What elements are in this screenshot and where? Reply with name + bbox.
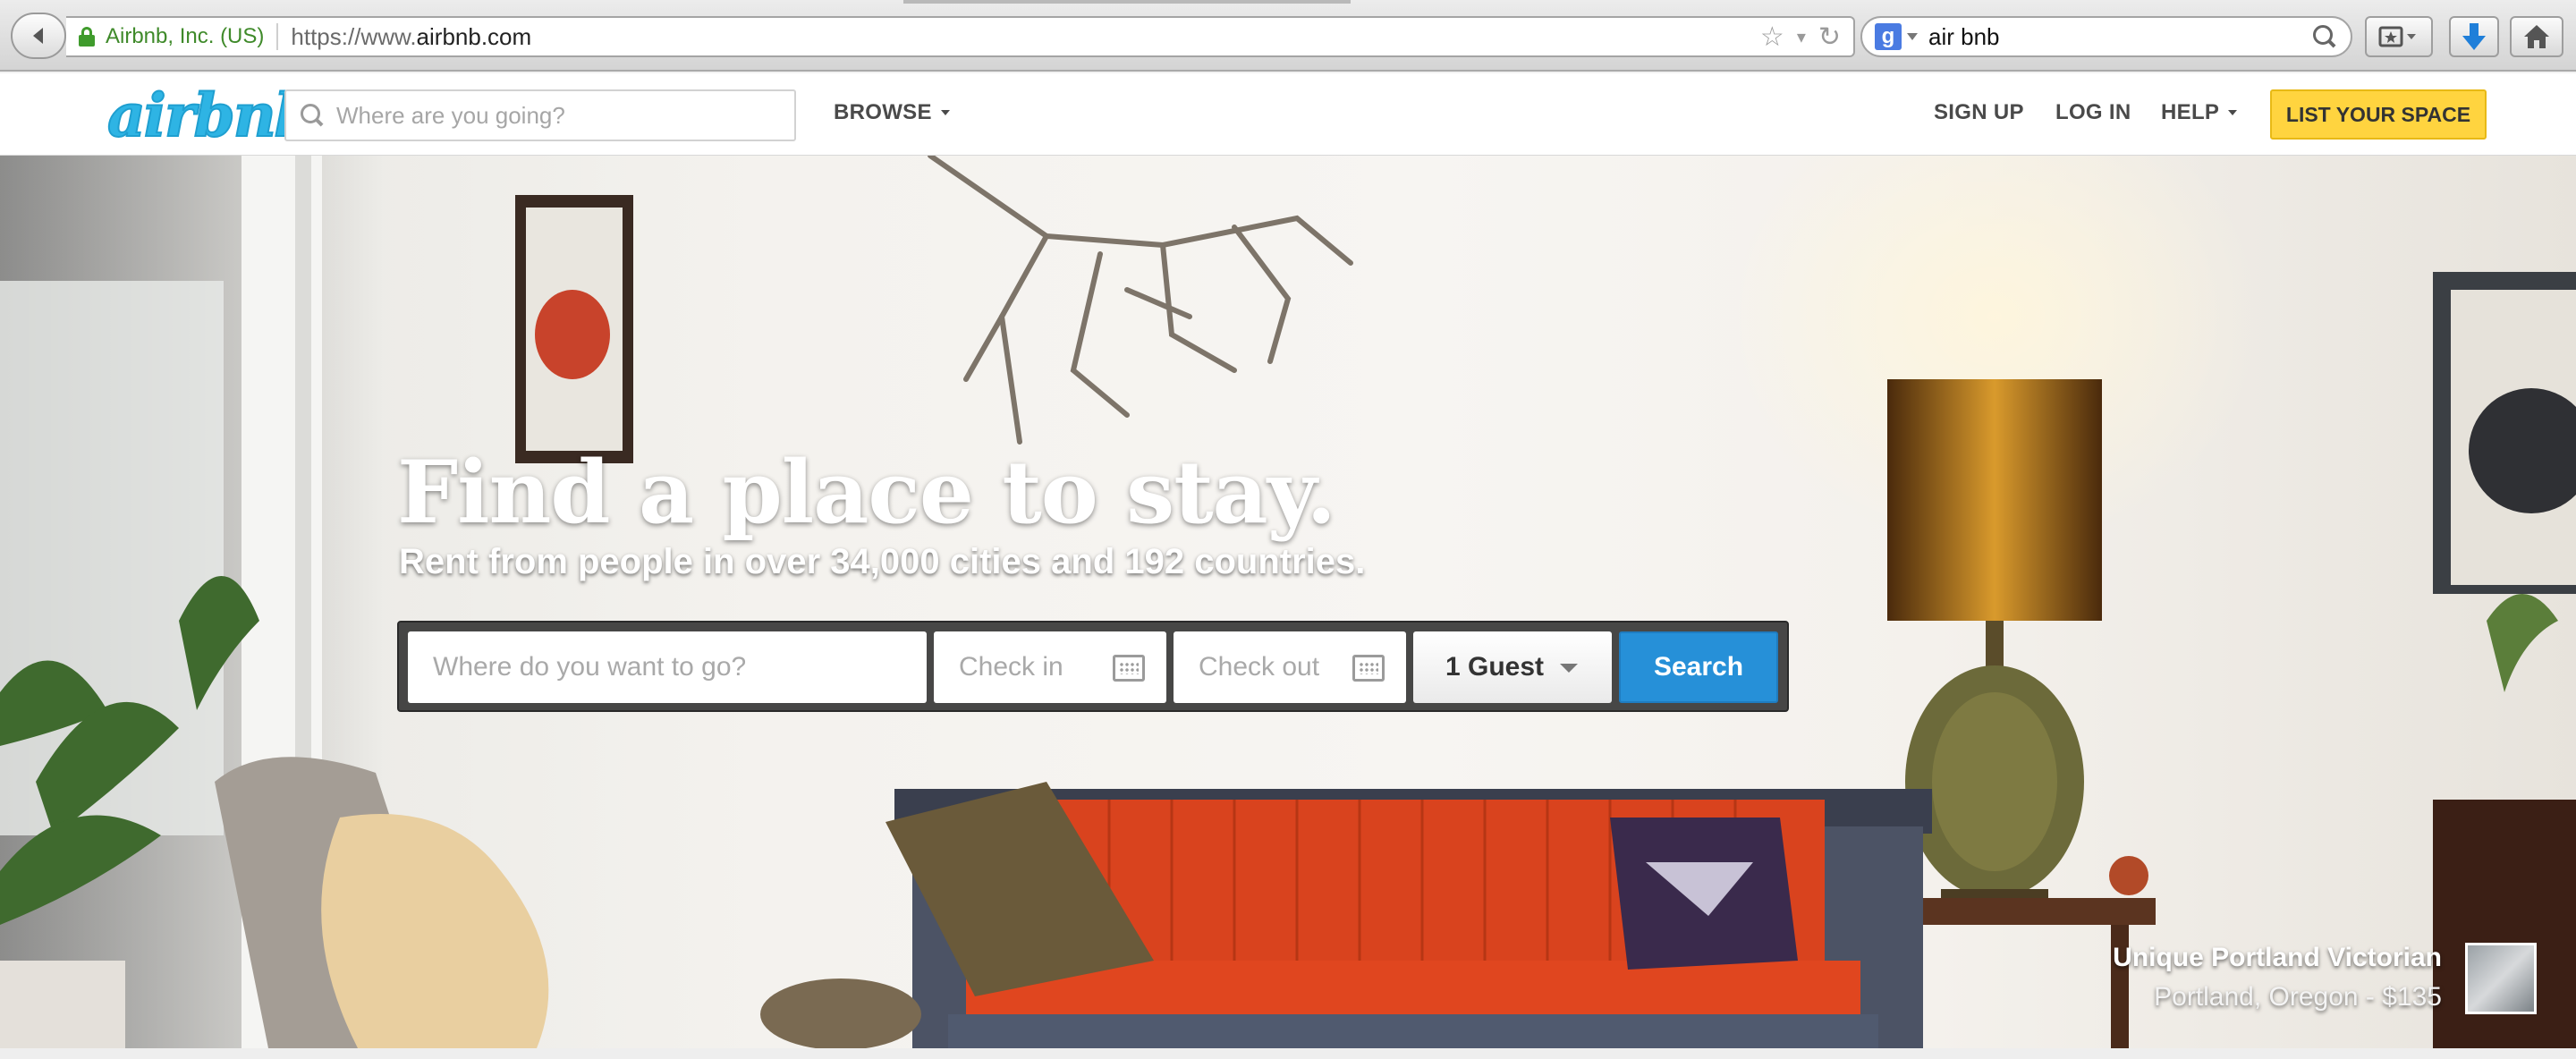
check-out-placeholder: Check out bbox=[1199, 652, 1320, 682]
url-text[interactable]: https://www.airbnb.com bbox=[291, 23, 531, 51]
caret-down-icon bbox=[1560, 664, 1578, 673]
history-dropdown-icon[interactable]: ▾ bbox=[1797, 23, 1806, 52]
check-in-input[interactable]: Check in bbox=[934, 631, 1166, 703]
list-your-space-button[interactable]: LIST YOUR SPACE bbox=[2270, 89, 2487, 140]
search-icon[interactable] bbox=[2313, 25, 2336, 48]
calendar-icon[interactable] bbox=[1352, 655, 1385, 682]
listing-caption[interactable]: Unique Portland Victorian Portland, Oreg… bbox=[2113, 943, 2442, 1012]
download-arrow-icon bbox=[2462, 23, 2486, 50]
reload-icon[interactable]: ↻ bbox=[1818, 23, 1841, 52]
address-bar[interactable]: Airbnb, Inc. (US) https://www.airbnb.com… bbox=[66, 16, 1855, 57]
tab-strip bbox=[903, 0, 1351, 4]
home-icon bbox=[2524, 25, 2549, 48]
listing-title[interactable]: Unique Portland Victorian bbox=[2113, 943, 2442, 973]
log-in-link[interactable]: LOG IN bbox=[2055, 100, 2131, 125]
back-button[interactable] bbox=[11, 13, 66, 59]
bookmarks-menu-button[interactable] bbox=[2365, 16, 2433, 57]
listing-location-price: Portland, Oregon - $135 bbox=[2154, 982, 2442, 1012]
calendar-icon[interactable] bbox=[1113, 655, 1145, 682]
lock-icon bbox=[79, 27, 95, 47]
search-button[interactable]: Search bbox=[1619, 631, 1778, 703]
browse-menu[interactable]: BROWSE bbox=[834, 100, 950, 125]
guests-value: 1 Guest bbox=[1445, 652, 1545, 682]
back-arrow-icon bbox=[33, 28, 43, 44]
help-menu[interactable]: HELP bbox=[2161, 100, 2238, 125]
bookmark-star-icon[interactable]: ☆ bbox=[1760, 23, 1784, 52]
caret-down-icon bbox=[940, 110, 950, 115]
browse-label: BROWSE bbox=[834, 100, 932, 124]
home-button[interactable] bbox=[2510, 16, 2563, 57]
airbnb-logo[interactable]: airbnb bbox=[106, 80, 317, 151]
bookmarks-icon bbox=[2378, 26, 2416, 47]
hero-background-image bbox=[0, 156, 2576, 1048]
browser-search-box[interactable]: g air bnb bbox=[1860, 16, 2352, 57]
google-icon[interactable]: g bbox=[1875, 23, 1902, 50]
check-out-input[interactable]: Check out bbox=[1174, 631, 1406, 703]
help-label: HELP bbox=[2161, 100, 2220, 124]
site-identity[interactable]: Airbnb, Inc. (US) bbox=[106, 24, 264, 49]
guests-select[interactable]: 1 Guest bbox=[1413, 631, 1612, 703]
engine-dropdown-icon[interactable] bbox=[1907, 33, 1918, 40]
caret-down-icon bbox=[2228, 110, 2238, 115]
hero-subtitle: Rent from people in over 34,000 cities a… bbox=[399, 542, 1366, 581]
page-bottom-strip bbox=[0, 1048, 2576, 1059]
hero-section: Find a place to stay. Rent from people i… bbox=[0, 156, 2576, 1048]
search-panel: Where do you want to go? Check in Check … bbox=[397, 621, 1789, 712]
check-in-placeholder: Check in bbox=[959, 652, 1063, 682]
sign-up-link[interactable]: SIGN UP bbox=[1934, 100, 2024, 125]
site-header: airbnb BROWSE SIGN UP LOG IN HELP LIST Y… bbox=[0, 73, 2576, 156]
header-search-input[interactable] bbox=[336, 101, 766, 130]
hero-title: Find a place to stay. bbox=[397, 442, 1336, 543]
browser-search-query[interactable]: air bnb bbox=[1928, 23, 2313, 51]
search-icon bbox=[301, 104, 324, 127]
browser-toolbar: Airbnb, Inc. (US) https://www.airbnb.com… bbox=[0, 0, 2576, 72]
downloads-button[interactable] bbox=[2449, 16, 2499, 57]
destination-input[interactable]: Where do you want to go? bbox=[408, 631, 927, 703]
url-separator bbox=[276, 23, 279, 50]
header-search[interactable] bbox=[284, 89, 796, 141]
host-avatar[interactable] bbox=[2465, 943, 2537, 1014]
